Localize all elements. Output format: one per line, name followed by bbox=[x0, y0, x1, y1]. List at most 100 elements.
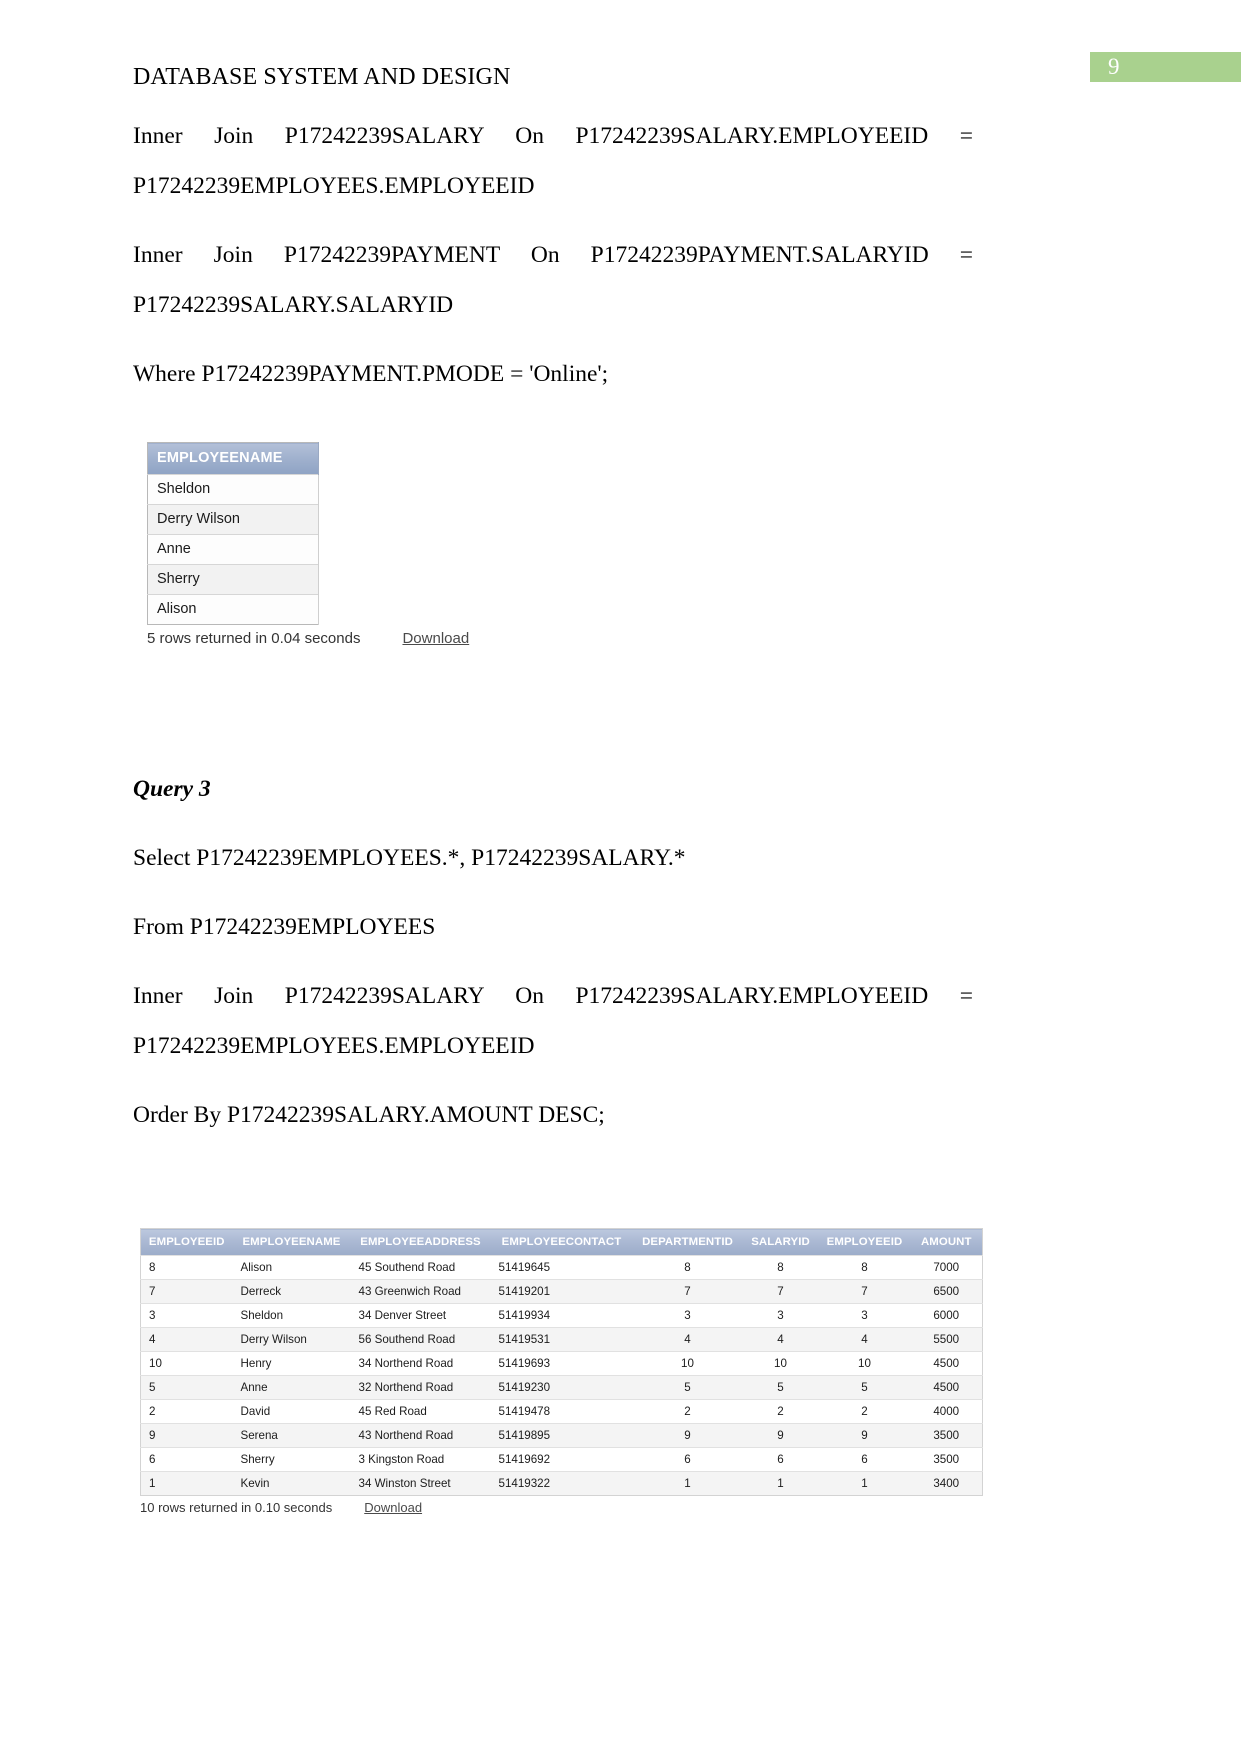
table-row: Alison bbox=[147, 594, 319, 625]
cell-employeecontact: 51419531 bbox=[490, 1327, 633, 1352]
cell-employeeid-2: 3 bbox=[818, 1303, 911, 1328]
cell-employeename: Sherry bbox=[147, 564, 319, 595]
cell-employeeid: 7 bbox=[140, 1279, 233, 1304]
cell-employeecontact: 51419230 bbox=[490, 1375, 633, 1400]
page-number: 9 bbox=[1108, 54, 1120, 79]
cell-employeeaddress: 34 Northend Road bbox=[350, 1351, 491, 1376]
result-1-footer: 5 rows returned in 0.04 seconds Download bbox=[147, 630, 567, 647]
column-header-employeeaddress[interactable]: EMPLOYEEADDRESS bbox=[350, 1228, 491, 1256]
row-count-status: 5 rows returned in 0.04 seconds bbox=[147, 630, 361, 647]
cell-employeename: Sheldon bbox=[147, 474, 319, 505]
column-header-employeename[interactable]: EMPLOYEENAME bbox=[147, 442, 319, 475]
column-header-employeeid-2[interactable]: EMPLOYEEID bbox=[818, 1228, 911, 1256]
cell-salaryid: 3 bbox=[742, 1303, 819, 1328]
cell-amount: 6500 bbox=[910, 1279, 983, 1304]
cell-departmentid: 9 bbox=[632, 1423, 743, 1448]
table-row: 8 Alison 45 Southend Road 51419645 8 8 8 7000 bbox=[140, 1255, 983, 1280]
cell-employeeid-2: 4 bbox=[818, 1327, 911, 1352]
result-table-2-body: 8 Alison 45 Southend Road 51419645 8 8 8 7000 7 D… bbox=[140, 1255, 983, 1496]
cell-employeecontact: 51419322 bbox=[490, 1471, 633, 1496]
cell-amount: 5500 bbox=[910, 1327, 983, 1352]
cell-employeeaddress: 43 Greenwich Road bbox=[350, 1279, 491, 1304]
cell-employeecontact: 51419201 bbox=[490, 1279, 633, 1304]
cell-amount: 3500 bbox=[910, 1423, 983, 1448]
cell-employeeid-2: 8 bbox=[818, 1255, 911, 1280]
cell-employeename: Kevin bbox=[232, 1471, 351, 1496]
cell-employeename: David bbox=[232, 1399, 351, 1424]
column-header-salaryid[interactable]: SALARYID bbox=[742, 1228, 819, 1256]
cell-employeeid-2: 9 bbox=[818, 1423, 911, 1448]
column-header-employeecontact[interactable]: EMPLOYEECONTACT bbox=[490, 1228, 633, 1256]
cell-employeename: Derry Wilson bbox=[232, 1327, 351, 1352]
column-header-employeeid[interactable]: EMPLOYEEID bbox=[140, 1228, 233, 1256]
query3-orderby-line: Order By P17242239SALARY.AMOUNT DESC; bbox=[133, 1102, 605, 1128]
table-header-row: EMPLOYEEID EMPLOYEENAME EMPLOYEEADDRESS … bbox=[140, 1228, 983, 1256]
cell-departmentid: 2 bbox=[632, 1399, 743, 1424]
cell-amount: 4000 bbox=[910, 1399, 983, 1424]
result-2-footer: 10 rows returned in 0.10 seconds Downloa… bbox=[140, 1500, 980, 1515]
table-row: 10 Henry 34 Northend Road 51419693 10 10 10 450… bbox=[140, 1351, 983, 1376]
result-table-2: EMPLOYEEID EMPLOYEENAME EMPLOYEEADDRESS … bbox=[140, 1228, 983, 1496]
table-row: 1 Kevin 34 Winston Street 51419322 1 1 1 3400 bbox=[140, 1471, 983, 1496]
cell-employeeaddress: 32 Northend Road bbox=[350, 1375, 491, 1400]
row-count-status: 10 rows returned in 0.10 seconds bbox=[140, 1500, 333, 1515]
download-link[interactable]: Download bbox=[402, 630, 469, 647]
cell-salaryid: 5 bbox=[742, 1375, 819, 1400]
query2-result-screenshot: EMPLOYEENAME Sheldon Derry Wilson Anne S… bbox=[147, 442, 567, 647]
cell-employeeaddress: 34 Winston Street bbox=[350, 1471, 491, 1496]
cell-departmentid: 8 bbox=[632, 1255, 743, 1280]
cell-employeeaddress: 43 Northend Road bbox=[350, 1423, 491, 1448]
cell-employeecontact: 51419934 bbox=[490, 1303, 633, 1328]
download-link[interactable]: Download bbox=[364, 1500, 422, 1515]
cell-departmentid: 6 bbox=[632, 1447, 743, 1472]
cell-departmentid: 10 bbox=[632, 1351, 743, 1376]
cell-salaryid: 4 bbox=[742, 1327, 819, 1352]
cell-departmentid: 7 bbox=[632, 1279, 743, 1304]
cell-employeecontact: 51419692 bbox=[490, 1447, 633, 1472]
cell-salaryid: 7 bbox=[742, 1279, 819, 1304]
query2-join-payment-line: Inner Join P17242239PAYMENT On P17242239… bbox=[133, 242, 973, 318]
cell-employeeaddress: 45 Southend Road bbox=[350, 1255, 491, 1280]
cell-employeecontact: 51419693 bbox=[490, 1351, 633, 1376]
cell-salaryid: 9 bbox=[742, 1423, 819, 1448]
cell-amount: 3500 bbox=[910, 1447, 983, 1472]
column-header-amount[interactable]: AMOUNT bbox=[910, 1228, 983, 1256]
cell-employeename: Serena bbox=[232, 1423, 351, 1448]
query3-from-line: From P17242239EMPLOYEES bbox=[133, 914, 436, 940]
cell-salaryid: 6 bbox=[742, 1447, 819, 1472]
cell-employeeid: 8 bbox=[140, 1255, 233, 1280]
cell-employeecontact: 51419478 bbox=[490, 1399, 633, 1424]
cell-employeename: Derreck bbox=[232, 1279, 351, 1304]
table-row: Sheldon bbox=[147, 474, 319, 505]
cell-employeeid: 6 bbox=[140, 1447, 233, 1472]
query3-block: Query 3 Select P17242239EMPLOYEES.*, P17… bbox=[133, 736, 973, 1140]
cell-employeeid-2: 1 bbox=[818, 1471, 911, 1496]
column-header-employeename[interactable]: EMPLOYEENAME bbox=[232, 1228, 351, 1256]
cell-departmentid: 1 bbox=[632, 1471, 743, 1496]
table-row: Sherry bbox=[147, 564, 319, 595]
cell-employeeid-2: 6 bbox=[818, 1447, 911, 1472]
cell-employeeid-2: 5 bbox=[818, 1375, 911, 1400]
cell-employeeaddress: 56 Southend Road bbox=[350, 1327, 491, 1352]
cell-amount: 4500 bbox=[910, 1375, 983, 1400]
cell-employeename: Derry Wilson bbox=[147, 504, 319, 535]
result-table-1: EMPLOYEENAME Sheldon Derry Wilson Anne S… bbox=[147, 442, 319, 625]
cell-employeeid: 3 bbox=[140, 1303, 233, 1328]
page-title: DATABASE SYSTEM AND DESIGN bbox=[133, 64, 511, 90]
cell-employeeid: 9 bbox=[140, 1423, 233, 1448]
cell-salaryid: 8 bbox=[742, 1255, 819, 1280]
cell-employeename: Alison bbox=[232, 1255, 351, 1280]
cell-employeeid: 1 bbox=[140, 1471, 233, 1496]
cell-employeeid: 10 bbox=[140, 1351, 233, 1376]
cell-employeeaddress: 45 Red Road bbox=[350, 1399, 491, 1424]
cell-salaryid: 1 bbox=[742, 1471, 819, 1496]
query3-join-line: Inner Join P17242239SALARY On P17242239S… bbox=[133, 983, 973, 1059]
cell-departmentid: 3 bbox=[632, 1303, 743, 1328]
cell-employeeid-2: 2 bbox=[818, 1399, 911, 1424]
cell-employeecontact: 51419645 bbox=[490, 1255, 633, 1280]
table-row: 5 Anne 32 Northend Road 51419230 5 5 5 4500 bbox=[140, 1375, 983, 1400]
column-header-departmentid[interactable]: DEPARTMENTID bbox=[632, 1228, 743, 1256]
table-row: 9 Serena 43 Northend Road 51419895 9 9 9 3500 bbox=[140, 1423, 983, 1448]
query3-result-screenshot: EMPLOYEEID EMPLOYEENAME EMPLOYEEADDRESS … bbox=[140, 1228, 983, 1515]
table-row: 6 Sherry 3 Kingston Road 51419692 6 6 6 3500 bbox=[140, 1447, 983, 1472]
